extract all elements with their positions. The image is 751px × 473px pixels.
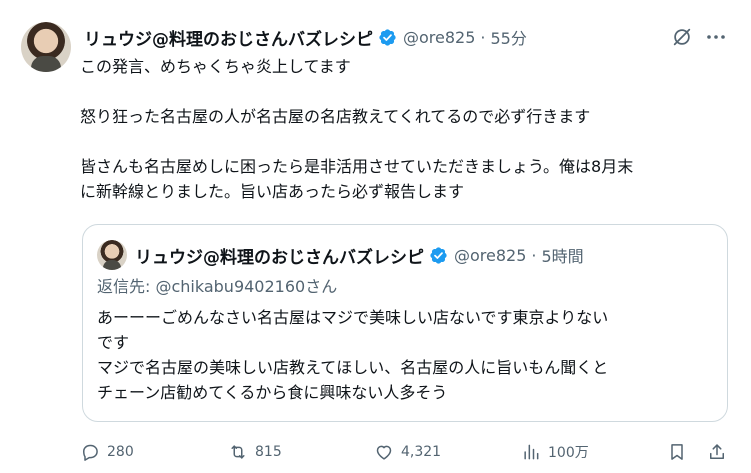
tweet-timestamp[interactable]: 55分 bbox=[491, 25, 527, 49]
tweet-header: リュウジ@料理のおじさんバズレシピ @ore825 · 55分 bbox=[84, 23, 527, 51]
tweet-text-line: 怒り狂った名古屋の人が名古屋の名店教えてくれてるので必ず行きます bbox=[80, 107, 591, 126]
grok-icon[interactable] bbox=[671, 26, 693, 48]
author-handle[interactable]: @ore825 bbox=[403, 28, 475, 47]
more-icon[interactable] bbox=[704, 25, 728, 49]
bookmark-button[interactable] bbox=[667, 440, 687, 464]
tweet-text-line: この発言、めちゃくちゃ炎上してます bbox=[80, 57, 351, 76]
quoted-text-line: チェーン店勧めてくるから食に興味ない人多そう bbox=[97, 383, 448, 402]
repost-button[interactable]: 815 bbox=[228, 440, 282, 464]
quoted-author-avatar[interactable] bbox=[97, 240, 127, 270]
quoted-text-line: です bbox=[97, 333, 130, 352]
views-count: 100万 bbox=[548, 445, 589, 461]
views-button[interactable]: 100万 bbox=[521, 440, 589, 464]
verified-badge-icon[interactable] bbox=[429, 246, 448, 265]
quoted-tweet-text: あーーーごめんなさい名古屋はマジで美味しい店ないです東京よりない です マジで名… bbox=[97, 305, 717, 405]
repost-count: 815 bbox=[255, 444, 282, 460]
share-button[interactable] bbox=[707, 440, 727, 464]
verified-badge-icon[interactable] bbox=[378, 28, 397, 47]
author-display-name[interactable]: リュウジ@料理のおじさんバズレシピ bbox=[84, 25, 373, 50]
repost-icon bbox=[231, 445, 245, 459]
reply-count: 280 bbox=[107, 444, 134, 460]
quoted-author-handle[interactable]: @ore825 bbox=[454, 246, 526, 265]
quoted-tweet-timestamp[interactable]: 5時間 bbox=[542, 243, 584, 267]
reply-icon bbox=[83, 444, 98, 461]
reply-to-label[interactable]: 返信先: @chikabu9402160さん bbox=[97, 276, 337, 298]
share-icon bbox=[710, 444, 724, 459]
quoted-text-line: あーーーごめんなさい名古屋はマジで美味しい店ないです東京よりない bbox=[97, 308, 609, 327]
author-avatar[interactable] bbox=[21, 22, 71, 72]
views-icon bbox=[524, 444, 539, 460]
quoted-tweet-card[interactable]: リュウジ@料理のおじさんバズレシピ @ore825 · 5時間 返信先: @ch… bbox=[82, 224, 728, 422]
tweet-text: この発言、めちゃくちゃ炎上してます 怒り狂った名古屋の人が名古屋の名店教えてくれ… bbox=[80, 54, 732, 204]
action-bar: 280 815 4,321 100万 bbox=[0, 438, 751, 466]
like-count: 4,321 bbox=[401, 444, 442, 460]
separator-dot: · bbox=[531, 245, 537, 265]
like-icon bbox=[376, 445, 392, 460]
quoted-tweet-header: リュウジ@料理のおじさんバズレシピ @ore825 · 5時間 bbox=[135, 242, 584, 268]
reply-button[interactable]: 280 bbox=[80, 440, 134, 464]
quoted-author-display-name[interactable]: リュウジ@料理のおじさんバズレシピ bbox=[135, 243, 424, 268]
like-button[interactable]: 4,321 bbox=[374, 440, 441, 464]
quoted-text-line: マジで名古屋の美味しい店教えてほしい、名古屋の人に旨いもん聞くと bbox=[97, 358, 609, 377]
tweet-text-line: 皆さんも名古屋めしに困ったら是非活用させていただきましょう。俺は8月末 bbox=[80, 157, 634, 176]
bookmark-icon bbox=[671, 444, 683, 460]
separator-dot: · bbox=[480, 27, 486, 47]
tweet-text-line: に新幹線とりました。旨い店あったら必ず報告します bbox=[80, 182, 465, 201]
